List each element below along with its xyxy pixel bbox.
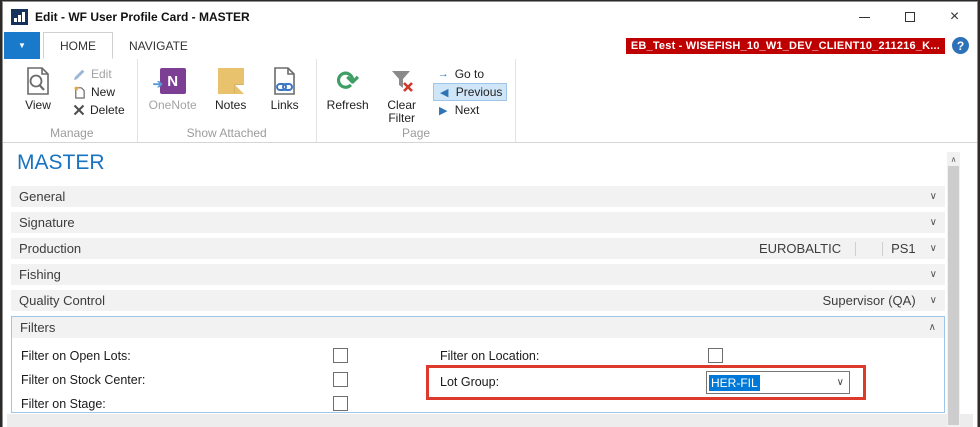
clear-filter-icon bbox=[389, 64, 415, 98]
notes-button[interactable]: Notes bbox=[208, 62, 254, 112]
section-general[interactable]: General ∨ bbox=[11, 186, 945, 207]
goto-button[interactable]: → Go to bbox=[433, 65, 508, 83]
page-title: MASTER bbox=[17, 151, 105, 175]
tab-navigate[interactable]: NAVIGATE bbox=[113, 32, 204, 59]
filter-stage-label: Filter on Stage: bbox=[21, 397, 106, 411]
production-summary-value: EUROBALTIC bbox=[759, 241, 841, 256]
next-arrow-icon: ▶ bbox=[437, 104, 450, 117]
group-label-manage: Manage bbox=[7, 126, 137, 140]
view-button[interactable]: View bbox=[15, 62, 61, 112]
next-button[interactable]: ▶ Next bbox=[433, 101, 508, 119]
edit-button[interactable]: Edit bbox=[69, 65, 129, 83]
ribbon-group-page: ⟳ Refresh Clear Filter → Go to bbox=[317, 59, 517, 142]
window-title: Edit - WF User Profile Card - MASTER bbox=[35, 10, 250, 24]
lot-group-label: Lot Group: bbox=[440, 375, 499, 389]
maximize-button[interactable] bbox=[887, 2, 932, 32]
minimize-icon bbox=[859, 17, 870, 18]
section-filters-panel: Filters ∧ Filter on Open Lots: Filter on… bbox=[11, 316, 945, 413]
view-icon bbox=[24, 64, 52, 98]
filter-location-checkbox[interactable] bbox=[708, 348, 723, 363]
production-summary-value: PS1 bbox=[891, 241, 916, 256]
quality-control-summary-value: Supervisor (QA) bbox=[822, 293, 915, 308]
ribbon: View Edit bbox=[3, 59, 977, 143]
page-content: MASTER General ∨ Signature ∨ Production … bbox=[3, 143, 977, 427]
title-bar: Edit - WF User Profile Card - MASTER × bbox=[3, 2, 977, 32]
vertical-scrollbar[interactable]: ∧ bbox=[947, 152, 960, 427]
maximize-icon bbox=[905, 12, 915, 22]
chevron-down-icon[interactable]: ∨ bbox=[930, 191, 937, 202]
refresh-icon: ⟳ bbox=[336, 68, 359, 95]
filters-body: Filter on Open Lots: Filter on Stock Cen… bbox=[12, 338, 944, 412]
help-button[interactable]: ? bbox=[952, 37, 969, 54]
notes-icon bbox=[218, 68, 244, 94]
ribbon-group-show-attached: N➔ OneNote Notes bbox=[138, 59, 317, 142]
ribbon-group-manage: View Edit bbox=[7, 59, 138, 142]
onenote-button[interactable]: N➔ OneNote bbox=[146, 62, 200, 112]
new-page-icon bbox=[73, 85, 86, 99]
section-filters-header[interactable]: Filters ∧ bbox=[12, 317, 944, 338]
pencil-icon bbox=[73, 68, 86, 81]
chevron-down-icon[interactable]: ∨ bbox=[930, 269, 937, 280]
chevron-up-icon[interactable]: ∧ bbox=[929, 322, 936, 333]
previous-arrow-icon: ◀ bbox=[438, 86, 451, 99]
filter-open-lots-checkbox[interactable] bbox=[333, 348, 348, 363]
lot-group-combobox[interactable]: HER-FIL ∨ bbox=[706, 371, 850, 394]
onenote-icon: N➔ bbox=[160, 64, 186, 98]
filter-open-lots-label: Filter on Open Lots: bbox=[21, 349, 131, 363]
section-quality-control[interactable]: Quality Control Supervisor (QA) ∨ bbox=[11, 290, 945, 311]
filter-stock-center-checkbox[interactable] bbox=[333, 372, 348, 387]
app-window: Edit - WF User Profile Card - MASTER × ▼… bbox=[2, 1, 978, 427]
chevron-down-icon[interactable]: ∨ bbox=[930, 295, 937, 306]
section-signature[interactable]: Signature ∨ bbox=[11, 212, 945, 233]
chevron-down-icon[interactable]: ∨ bbox=[930, 217, 937, 228]
app-logo-icon bbox=[11, 9, 28, 25]
links-button[interactable]: Links bbox=[262, 62, 308, 112]
previous-button[interactable]: ◀ Previous bbox=[433, 83, 508, 101]
group-label-page: Page bbox=[317, 126, 516, 140]
minimize-button[interactable] bbox=[842, 2, 887, 32]
section-fishing[interactable]: Fishing ∨ bbox=[11, 264, 945, 285]
new-button[interactable]: New bbox=[69, 83, 129, 101]
chevron-down-icon[interactable]: ∨ bbox=[930, 243, 937, 254]
filter-stock-center-label: Filter on Stock Center: bbox=[21, 373, 145, 387]
scrollbar-thumb[interactable] bbox=[948, 166, 959, 425]
ribbon-tab-row: ▼ HOME NAVIGATE EB_Test - WISEFISH_10_W1… bbox=[3, 32, 977, 59]
tab-home[interactable]: HOME bbox=[43, 32, 113, 59]
lot-group-value: HER-FIL bbox=[709, 375, 760, 391]
delete-x-icon bbox=[73, 104, 85, 116]
scrollbar-up-icon[interactable]: ∧ bbox=[947, 152, 960, 166]
goto-arrow-icon: → bbox=[437, 68, 450, 80]
filter-location-label: Filter on Location: bbox=[440, 349, 539, 363]
delete-button[interactable]: Delete bbox=[69, 101, 129, 119]
chevron-down-icon[interactable]: ∨ bbox=[837, 377, 847, 388]
clear-filter-button[interactable]: Clear Filter bbox=[379, 62, 425, 125]
app-menu-arrow-icon: ▼ bbox=[18, 41, 26, 50]
next-section-strip bbox=[7, 414, 973, 427]
refresh-button[interactable]: ⟳ Refresh bbox=[325, 62, 371, 112]
application-menu-button[interactable]: ▼ bbox=[4, 32, 40, 59]
links-icon bbox=[272, 64, 298, 98]
filter-stage-checkbox[interactable] bbox=[333, 396, 348, 411]
session-badge: EB_Test - WISEFISH_10_W1_DEV_CLIENT10_21… bbox=[626, 38, 945, 54]
group-label-show-attached: Show Attached bbox=[138, 126, 316, 140]
close-button[interactable]: × bbox=[932, 2, 977, 32]
section-production[interactable]: Production EUROBALTIC PS1 ∨ bbox=[11, 238, 945, 259]
